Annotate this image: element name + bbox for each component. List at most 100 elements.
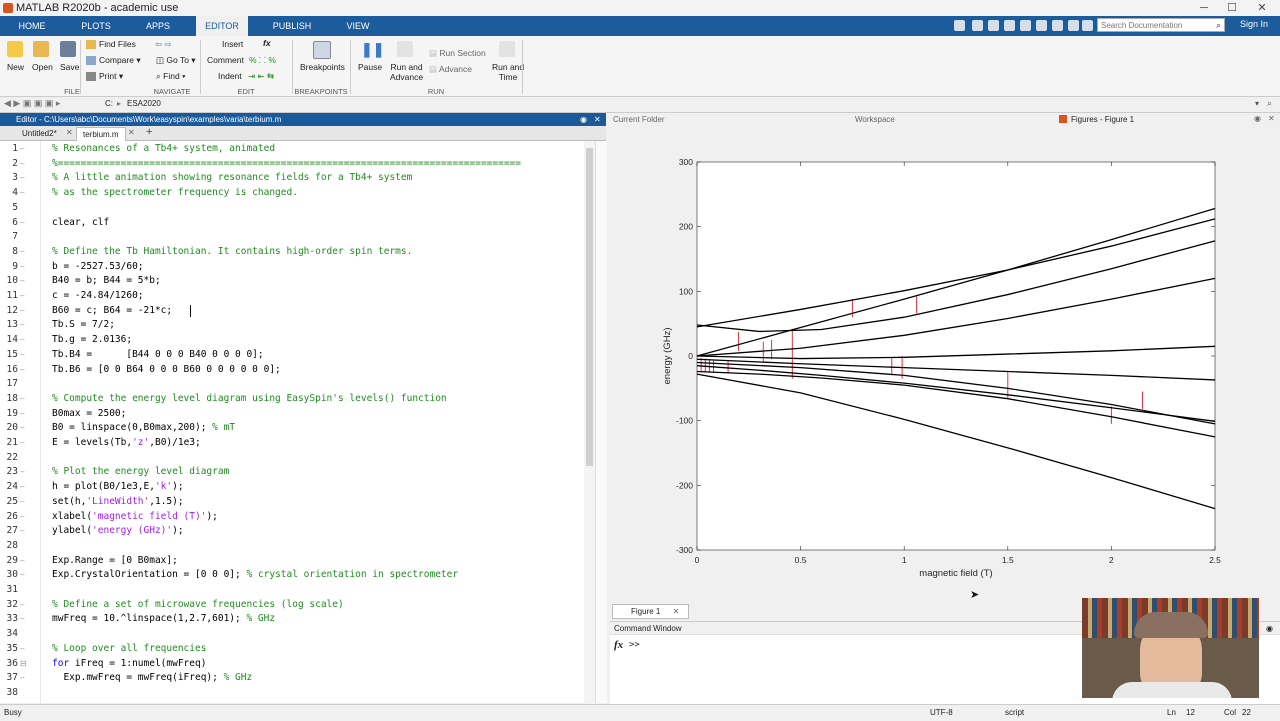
panel-close-icon[interactable]: ✕ (1268, 114, 1275, 123)
code-line[interactable]: % A little animation showing resonance f… (52, 172, 412, 183)
code-line[interactable]: Tb.S = 7/2; (52, 319, 115, 330)
sign-in-link[interactable]: Sign In (1240, 19, 1268, 29)
switch-windows-icon[interactable] (1052, 20, 1063, 31)
help-dropdown-icon[interactable] (1082, 20, 1093, 31)
figure-1-tab[interactable]: Figure 1 ✕ (612, 604, 689, 619)
breakpoint-marker[interactable]: – (20, 673, 24, 682)
paste-quick-icon[interactable] (1004, 20, 1015, 31)
go-to-button[interactable]: ◫ Go To ▾ (156, 55, 196, 66)
fold-toggle-icon[interactable]: ⊟ (20, 659, 27, 668)
run-section-button[interactable]: ▤ Run Section (429, 48, 486, 59)
breadcrumb-drive[interactable]: C: (105, 99, 113, 108)
breakpoint-marker[interactable]: – (20, 320, 24, 329)
breakpoint-marker[interactable]: – (20, 644, 24, 653)
code-line[interactable]: B40 = b; B44 = 5*b; (52, 275, 161, 286)
find-button[interactable]: ⌕ Find ▾ (156, 71, 186, 82)
energy-level-chart[interactable]: 0 0.5 1 1.5 2 2.5 -300 -200 -100 0 100 200 300 magnet… (608, 126, 1280, 604)
breakpoint-marker[interactable]: – (20, 467, 24, 476)
code-line[interactable]: clear, clf (52, 217, 109, 228)
tab-apps[interactable]: APPS (138, 16, 178, 36)
code-line[interactable]: Tb.g = 2.0136; (52, 334, 132, 345)
current-folder-tab[interactable]: Current Folder (613, 115, 665, 124)
fx-icon[interactable]: fx (614, 639, 623, 651)
add-tab-icon[interactable]: + (146, 126, 152, 138)
save-quick-icon[interactable] (954, 20, 965, 31)
breakpoint-marker[interactable]: – (20, 600, 24, 609)
cut-quick-icon[interactable] (972, 20, 983, 31)
code-line[interactable]: E = levels(Tb,'z',B0)/1e3; (52, 437, 201, 448)
code-line[interactable]: xlabel('magnetic field (T)'); (52, 511, 218, 522)
breakpoint-marker[interactable]: – (20, 291, 24, 300)
tab-terbium[interactable]: terbium.m (76, 127, 126, 141)
tab-view[interactable]: VIEW (336, 16, 380, 36)
breakpoint-marker[interactable]: – (20, 394, 24, 403)
editor-options-icon[interactable]: ◉ (580, 113, 587, 126)
breakpoint-marker[interactable]: – (20, 438, 24, 447)
code-line[interactable]: ylabel('energy (GHz)'); (52, 525, 184, 536)
copy-quick-icon[interactable] (988, 20, 999, 31)
editor-scroll-thumb[interactable] (586, 148, 593, 466)
code-line[interactable]: %=======================================… (52, 158, 521, 169)
code-line[interactable]: % Compute the energy level diagram using… (52, 393, 447, 404)
redo-quick-icon[interactable] (1036, 20, 1047, 31)
breakpoint-marker[interactable]: – (20, 512, 24, 521)
editor-close-icon[interactable]: ✕ (594, 113, 601, 126)
code-line[interactable]: Exp.CrystalOrientation = [0 0 0]; % crys… (52, 569, 458, 580)
save-button[interactable]: Save (60, 62, 79, 72)
breakpoint-marker[interactable]: – (20, 482, 24, 491)
breakpoint-marker[interactable]: – (20, 497, 24, 506)
undo-quick-icon[interactable] (1020, 20, 1031, 31)
tab-untitled2[interactable]: Untitled2* (16, 127, 63, 140)
breakpoint-marker[interactable]: – (20, 144, 24, 153)
code-line[interactable]: B0max = 2500; (52, 408, 126, 419)
breakpoints-button[interactable]: Breakpoints (300, 62, 345, 72)
code-line[interactable]: c = -24.84/1260; (52, 290, 144, 301)
tab-plots[interactable]: PLOTS (74, 16, 118, 36)
find-files-button[interactable]: Find Files (86, 39, 136, 50)
run-and-advance-button[interactable]: Run and Advance (390, 62, 423, 82)
close-figure-icon[interactable]: ✕ (673, 607, 680, 616)
nav-arrows-icon[interactable]: ◀ ▶ ▣ ▣ ▣ ▸ (4, 98, 60, 109)
minimize-button[interactable]: ─ (1190, 0, 1218, 16)
code-line[interactable]: % Loop over all frequencies (52, 643, 206, 654)
breakpoint-marker[interactable]: – (20, 526, 24, 535)
breakpoint-marker[interactable]: – (20, 247, 24, 256)
code-line[interactable]: h = plot(B0/1e3,E,'k'); (52, 481, 184, 492)
breakpoint-marker[interactable]: – (20, 570, 24, 579)
pause-button[interactable]: Pause (358, 62, 382, 72)
search-icon[interactable]: ⌕ (1216, 20, 1221, 31)
address-dropdown-icon[interactable]: ▾ (1255, 99, 1259, 108)
comment-button[interactable]: Comment (207, 55, 244, 65)
breakpoint-marker[interactable]: – (20, 159, 24, 168)
code-line[interactable]: Exp.Range = [0 B0max]; (52, 555, 178, 566)
code-line[interactable]: Tb.B4 = [B44 0 0 0 B40 0 0 0 0]; (52, 349, 264, 360)
breakpoint-marker[interactable]: – (20, 173, 24, 182)
address-search-icon[interactable]: ⌕ (1267, 98, 1272, 109)
insert-button[interactable]: Insert (222, 39, 243, 49)
close-button[interactable]: ✕ (1248, 0, 1276, 16)
breakpoint-marker[interactable]: – (20, 218, 24, 227)
code-line[interactable]: Tb.B6 = [0 0 B64 0 0 0 B60 0 0 0 0 0 0]; (52, 364, 281, 375)
close-tab-icon[interactable]: ✕ (128, 128, 135, 137)
fx-button[interactable]: fx (263, 38, 271, 48)
workspace-tab[interactable]: Workspace (855, 115, 895, 124)
run-and-time-button[interactable]: Run and Time (492, 62, 524, 82)
tab-editor[interactable]: EDITOR (196, 16, 248, 36)
breakpoint-marker[interactable]: – (20, 262, 24, 271)
breakpoint-marker[interactable]: – (20, 614, 24, 623)
breakpoint-marker[interactable]: – (20, 423, 24, 432)
code-line[interactable]: set(h,'LineWidth',1.5); (52, 496, 184, 507)
code-line[interactable]: B0 = linspace(0,B0max,200); % mT (52, 422, 235, 433)
open-button[interactable]: Open (32, 62, 53, 72)
code-editor[interactable]: 1–% Resonances of a Tb4+ system, animate… (0, 141, 595, 703)
comment-toggle-icons[interactable]: % ⸬ % (249, 55, 276, 66)
compare-button[interactable]: Compare ▾ (86, 55, 141, 66)
code-line[interactable]: % Define a set of microwave frequencies … (52, 599, 344, 610)
breakpoint-marker[interactable]: – (20, 350, 24, 359)
breakpoint-marker[interactable]: – (20, 409, 24, 418)
breakpoint-marker[interactable]: – (20, 306, 24, 315)
tab-home[interactable]: HOME (10, 16, 54, 36)
tab-publish[interactable]: PUBLISH (266, 16, 318, 36)
breakpoint-marker[interactable]: – (20, 276, 24, 285)
indent-button[interactable]: Indent (218, 71, 242, 81)
